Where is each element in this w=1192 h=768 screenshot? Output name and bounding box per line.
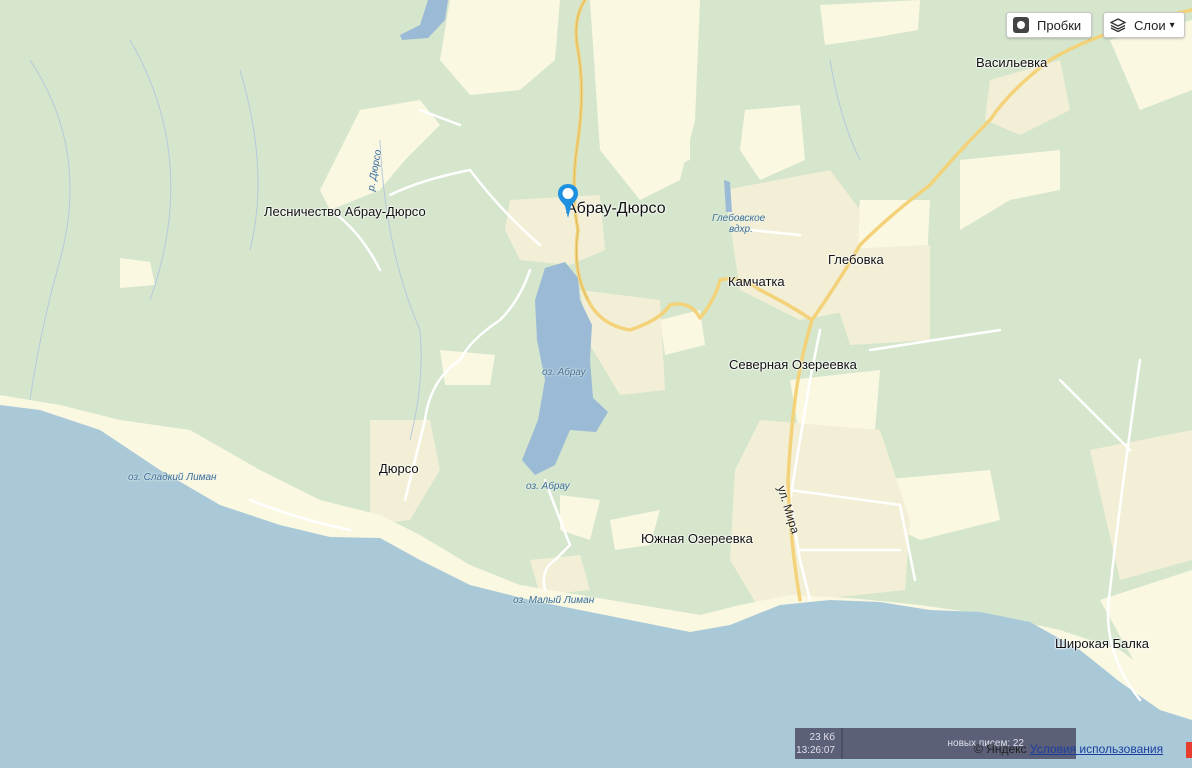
label-sev-ozereevka: Северная Озереевка	[729, 357, 857, 372]
label-sladkiy-liman: оз. Сладкий Лиман	[128, 472, 217, 483]
label-lake-abrau: оз. Абрау	[542, 367, 586, 378]
label-yuzh-ozereevka: Южная Озереевка	[641, 531, 753, 546]
copyright: © Яндекс	[974, 742, 1027, 756]
location-pin-icon[interactable]	[556, 182, 580, 222]
label-shirokaya-balka: Широкая Балка	[1055, 636, 1150, 651]
terms-link[interactable]: Условия использования	[1030, 742, 1163, 756]
traffic-light-icon	[1013, 17, 1029, 33]
label-kamchatka: Камчатка	[728, 274, 785, 289]
label-lake-abrau-south: оз. Абрау	[526, 481, 570, 492]
status-left: 23 Кб 13:26:07	[795, 728, 843, 759]
label-forestry: Лесничество Абрау-Дюрсо	[264, 204, 426, 219]
label-glebovka: Глебовка	[828, 252, 884, 267]
status-size: 23 Кб	[809, 732, 835, 743]
traffic-button[interactable]: Пробки	[1006, 12, 1092, 38]
layers-icon	[1109, 17, 1127, 33]
label-glebovskoe-vdhr: вдхр.	[729, 224, 753, 235]
layers-label: Слои	[1134, 17, 1166, 33]
traffic-label: Пробки	[1037, 17, 1082, 33]
map-footer: © Яндекс Условия использования	[974, 742, 1163, 756]
layers-button[interactable]: Слои ▾	[1103, 12, 1185, 38]
chevron-down-icon: ▾	[1169, 19, 1175, 31]
status-time: 13:26:07	[796, 745, 835, 756]
label-abrau-dyurso: Абрау-Дюрсо	[566, 200, 666, 217]
map-canvas[interactable]	[0, 0, 1192, 768]
label-dyurso: Дюрсо	[379, 461, 419, 476]
label-maliy-liman: оз. Малый Лиман	[513, 595, 595, 606]
label-glebovskoe: Глебовское	[712, 213, 766, 224]
label-vasilyevka: Васильевка	[976, 55, 1048, 70]
yandex-logo-icon	[1186, 742, 1192, 758]
